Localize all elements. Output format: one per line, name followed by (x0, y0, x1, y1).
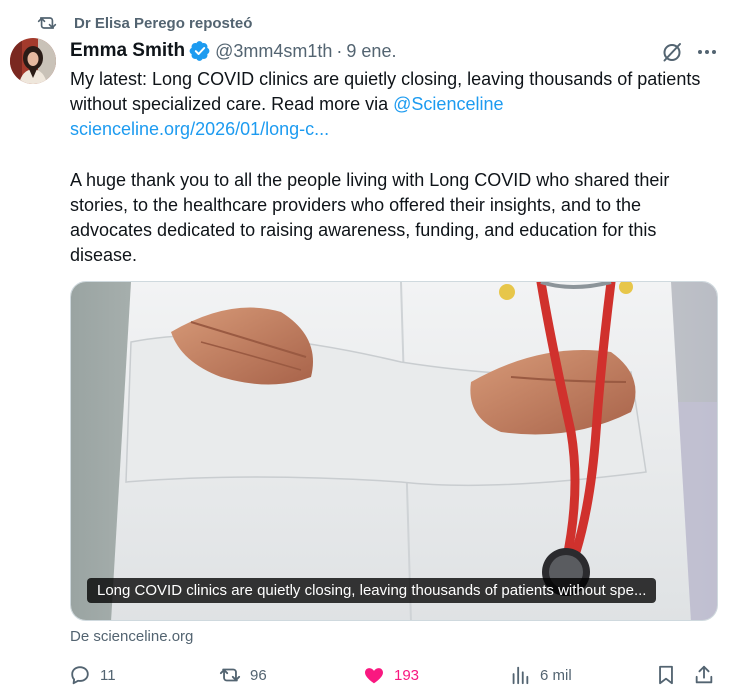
media-caption: Long COVID clinics are quietly closing, … (87, 578, 657, 603)
reply-icon (68, 663, 92, 687)
repost-icon (218, 663, 242, 687)
like-button[interactable]: 193 (362, 660, 419, 690)
like-icon (362, 663, 386, 687)
doctor-photo (71, 282, 717, 620)
grok-icon[interactable] (660, 40, 684, 64)
avatar[interactable] (10, 38, 56, 84)
repost-icon (36, 12, 58, 34)
tweet-actions: 11 96 193 6 mil (68, 660, 724, 690)
verified-icon[interactable] (189, 40, 211, 62)
bookmark-button[interactable] (654, 660, 678, 690)
tweet-paragraph-1: My latest: Long COVID clinics are quietl… (70, 67, 720, 143)
share-button[interactable] (692, 660, 716, 690)
repost-count: 96 (250, 666, 267, 684)
separator-dot: · (336, 40, 343, 61)
url-link[interactable]: scienceline.org/2026/01/long-c... (70, 119, 329, 139)
link-card-media[interactable]: Long COVID clinics are quietly closing, … (70, 281, 718, 621)
repost-label[interactable]: Dr Elisa Perego reposteó (74, 15, 252, 32)
views-count: 6 mil (540, 666, 572, 684)
tweet-date[interactable]: 9 ene. (346, 41, 396, 62)
tweet-text: My latest: Long COVID clinics are quietl… (70, 67, 720, 268)
tweet-paragraph-2: A huge thank you to all the people livin… (70, 169, 670, 266)
mention-link[interactable]: @Scienceline (393, 94, 503, 114)
repost-button[interactable]: 96 (218, 660, 267, 690)
more-icon[interactable] (694, 40, 720, 64)
reply-count: 11 (100, 666, 116, 684)
author-name[interactable]: Emma Smith (70, 40, 185, 62)
share-icon (692, 663, 716, 687)
views-button[interactable]: 6 mil (508, 660, 572, 690)
author-handle[interactable]: @3mm4sm1th (215, 41, 332, 62)
views-icon (508, 663, 532, 687)
repost-context[interactable]: Dr Elisa Perego reposteó (36, 12, 252, 34)
tweet-intro-text: My latest: Long COVID clinics are quietl… (70, 69, 701, 115)
tweet-header: Emma Smith @3mm4sm1th · 9 ene. (70, 38, 396, 64)
bookmark-icon (654, 663, 678, 687)
like-count: 193 (394, 666, 420, 684)
reply-button[interactable]: 11 (68, 660, 116, 690)
card-source[interactable]: De scienceline.org (70, 628, 193, 645)
